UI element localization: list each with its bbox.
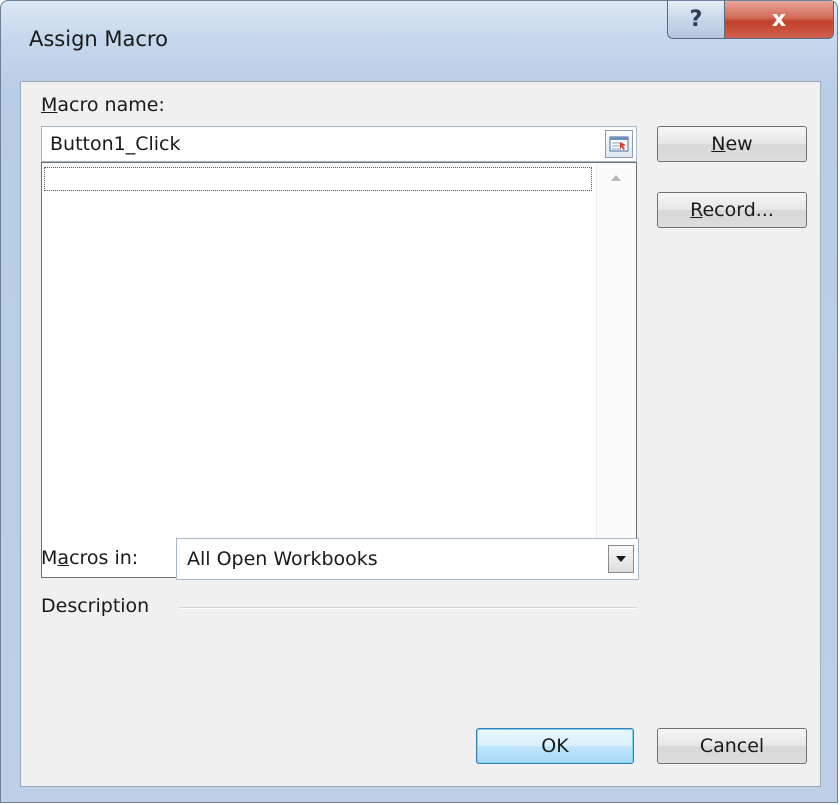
macros-in-select[interactable]: All Open Workbooks <box>176 538 639 580</box>
help-button[interactable]: ? <box>667 1 725 39</box>
macro-name-label: Macro name: <box>41 94 165 116</box>
dialog-body: Macro name: Button1_Click New Record... … <box>20 81 821 787</box>
macro-name-value: Button1_Click <box>50 133 181 155</box>
macros-in-value: All Open Workbooks <box>187 548 378 570</box>
dialog-title: Assign Macro <box>29 27 168 51</box>
macros-in-dropdown-button[interactable] <box>608 545 634 573</box>
title-bar[interactable]: Assign Macro ? x <box>1 1 837 89</box>
close-button[interactable]: x <box>724 1 834 39</box>
cancel-button[interactable]: Cancel <box>657 728 807 764</box>
collapse-dialog-icon <box>609 136 629 152</box>
new-button-label: New <box>711 133 753 155</box>
chevron-down-icon <box>616 556 626 562</box>
macros-in-label: Macros in: <box>41 547 139 569</box>
record-button[interactable]: Record... <box>657 192 807 228</box>
list-scrollbar[interactable] <box>596 163 636 577</box>
description-divider <box>179 607 637 609</box>
new-button[interactable]: New <box>657 126 807 162</box>
scroll-up-arrow-icon[interactable] <box>611 175 621 181</box>
ok-button[interactable]: OK <box>476 728 634 764</box>
list-item[interactable] <box>44 167 592 191</box>
macro-list[interactable] <box>41 162 637 578</box>
help-icon: ? <box>689 7 703 32</box>
description-label: Description <box>41 595 150 617</box>
macro-name-input[interactable]: Button1_Click <box>41 126 637 162</box>
close-icon: x <box>771 7 787 32</box>
ref-edit-button[interactable] <box>605 130 633 158</box>
record-button-label: Record... <box>690 199 774 221</box>
assign-macro-dialog: Assign Macro ? x Macro name: Button1_Cli… <box>0 0 838 803</box>
